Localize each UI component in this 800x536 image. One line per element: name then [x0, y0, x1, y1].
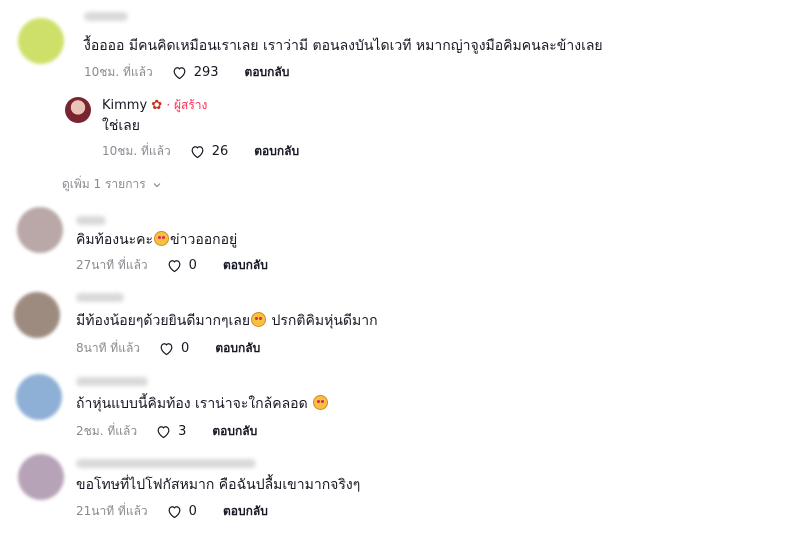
- comment-item: ถ้าหุ่นแบบนี้คิมท้อง เราน่าจะใกล้คลอด 2ช…: [0, 372, 800, 452]
- view-more-replies[interactable]: ดูเพิ่ม 1 รายการ: [62, 175, 163, 194]
- comment-meta: 2ชม. ที่แล้ว 3 ตอบกลับ: [76, 422, 257, 441]
- like-count: 0: [181, 341, 190, 356]
- reply-text: ใช่เลย: [102, 118, 140, 134]
- comment-item: มีท้องน้อยๆด้วยยินดีมากๆเลย ปรกติคิมหุ่น…: [0, 290, 800, 370]
- avatar[interactable]: [18, 454, 64, 500]
- heart-outline-icon: [191, 146, 204, 159]
- comment-time: 2ชม. ที่แล้ว: [76, 424, 138, 438]
- avatar[interactable]: [16, 374, 62, 420]
- chevron-down-icon: [153, 182, 161, 187]
- comment-text-part: ถ้าหุ่นแบบนี้คิมท้อง เราน่าจะใกล้คลอด: [76, 396, 313, 412]
- comment-text: ถ้าหุ่นแบบนี้คิมท้อง เราน่าจะใกล้คลอด: [76, 395, 329, 413]
- username-redacted[interactable]: [76, 377, 148, 386]
- comment-item: งื้ออออ มีคนคิดเหมือนเราเลย เราว่ามี ตอน…: [0, 0, 800, 90]
- heart-outline-icon: [173, 67, 186, 80]
- username-redacted[interactable]: [76, 216, 106, 225]
- heart-outline-icon: [157, 426, 170, 439]
- comment-text: คิมท้องนะคะ ข่าวออกอยู่: [76, 231, 237, 249]
- like-button[interactable]: 293: [171, 64, 219, 81]
- creator-header: Kimmy ✿ · ผู้สร้าง: [102, 96, 207, 115]
- comment-meta: 10ชม. ที่แล้ว 293 ตอบกลับ: [84, 63, 289, 82]
- heart-outline-icon: [160, 343, 173, 356]
- username-redacted[interactable]: [84, 12, 128, 21]
- comment-text: มีท้องน้อยๆด้วยยินดีมากๆเลย ปรกติคิมหุ่น…: [76, 312, 378, 330]
- avatar[interactable]: [14, 292, 60, 338]
- like-button[interactable]: 26: [189, 143, 229, 160]
- like-count: 26: [211, 144, 229, 159]
- comment-time: 21นาที ที่แล้ว: [76, 504, 148, 518]
- reply-button[interactable]: ตอบกลับ: [223, 502, 268, 521]
- comment-text-part: มีท้องน้อยๆด้วยยินดีมากๆเลย: [76, 313, 251, 329]
- comment-item: ขอโทษที่ไปโฟกัสหมาก คือฉันปลื้มเขามากจริ…: [0, 452, 800, 532]
- comment-meta: 21นาที ที่แล้ว 0 ตอบกลับ: [76, 502, 268, 521]
- reply-button[interactable]: ตอบกลับ: [212, 422, 257, 441]
- comment-time: 27นาที ที่แล้ว: [76, 258, 148, 272]
- like-button[interactable]: 0: [166, 257, 197, 274]
- comment-item: คิมท้องนะคะ ข่าวออกอยู่ 27นาที ที่แล้ว 0 …: [0, 205, 800, 285]
- like-count: 0: [188, 258, 197, 273]
- reply-button[interactable]: ตอบกลับ: [254, 142, 299, 161]
- comment-text: งื้ออออ มีคนคิดเหมือนเราเลย เราว่ามี ตอน…: [84, 38, 603, 54]
- smiling-face-with-heart-eyes-icon: [251, 312, 267, 327]
- comment-time: 10ชม. ที่แล้ว: [84, 65, 153, 79]
- comment-meta: 8นาที ที่แล้ว 0 ตอบกลับ: [76, 339, 260, 358]
- comment-text-part: คิมท้องนะคะ: [76, 232, 154, 248]
- creator-reply: Kimmy ✿ · ผู้สร้าง ใช่เลย 10ชม. ที่แล้ว …: [0, 90, 800, 165]
- like-button[interactable]: 0: [158, 340, 189, 357]
- creator-avatar[interactable]: [65, 97, 91, 123]
- like-button[interactable]: 0: [166, 503, 197, 520]
- username-redacted[interactable]: [76, 459, 256, 468]
- heart-outline-icon: [168, 260, 181, 273]
- reply-button[interactable]: ตอบกลับ: [215, 339, 260, 358]
- like-count: 3: [178, 424, 187, 439]
- comment-text-part: ข่าวออกอยู่: [170, 232, 238, 248]
- reply-button[interactable]: ตอบกลับ: [245, 63, 290, 82]
- like-button[interactable]: 3: [155, 423, 186, 440]
- smiling-face-with-sweat-icon: [313, 395, 329, 410]
- avatar[interactable]: [17, 207, 63, 253]
- comment-text-part: ปรกติคิมหุ่นดีมาก: [267, 313, 378, 329]
- like-count: 293: [193, 65, 219, 80]
- heart-outline-icon: [168, 506, 181, 519]
- username-redacted[interactable]: [76, 293, 124, 302]
- smiling-face-with-heart-eyes-icon: [154, 231, 170, 246]
- like-count: 0: [188, 504, 197, 519]
- reply-time: 10ชม. ที่แล้ว: [102, 144, 171, 158]
- avatar[interactable]: [18, 18, 64, 64]
- creator-name[interactable]: Kimmy: [102, 98, 147, 113]
- creator-badge: · ผู้สร้าง: [166, 98, 208, 112]
- reply-meta: 10ชม. ที่แล้ว 26 ตอบกลับ: [102, 142, 299, 161]
- comment-time: 8นาที ที่แล้ว: [76, 341, 141, 355]
- maple-leaf-icon: ✿: [151, 98, 163, 113]
- comment-meta: 27นาที ที่แล้ว 0 ตอบกลับ: [76, 256, 268, 275]
- view-more-label: ดูเพิ่ม 1 รายการ: [62, 177, 146, 191]
- reply-button[interactable]: ตอบกลับ: [223, 256, 268, 275]
- comment-text: ขอโทษที่ไปโฟกัสหมาก คือฉันปลื้มเขามากจริ…: [76, 477, 361, 493]
